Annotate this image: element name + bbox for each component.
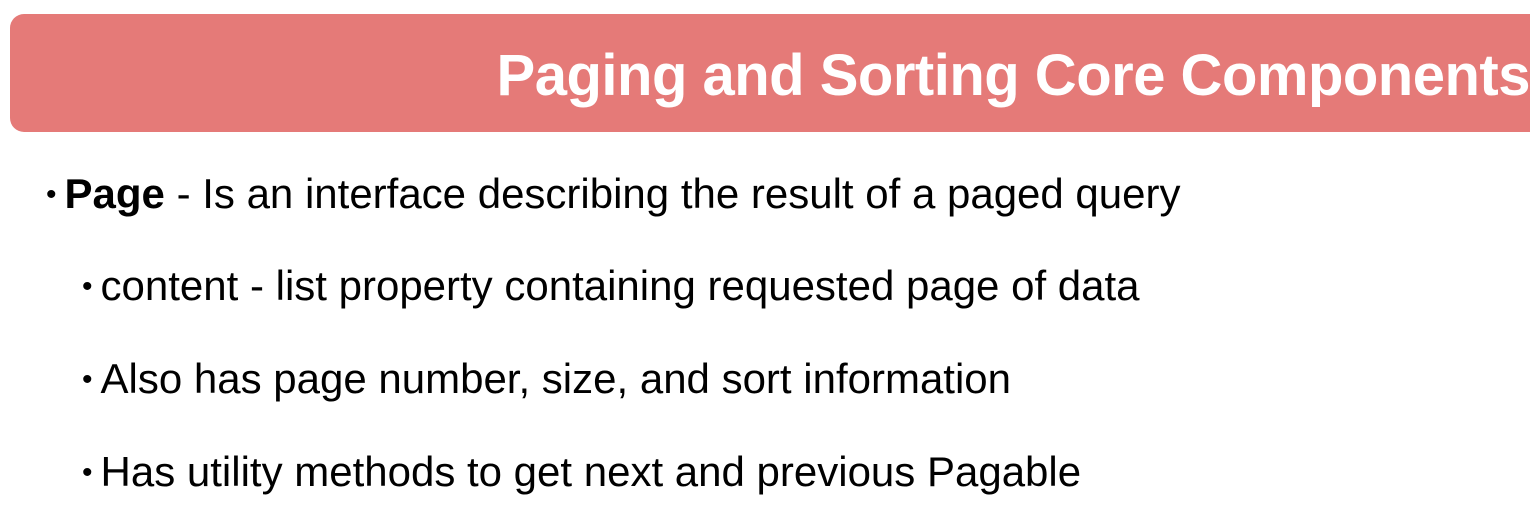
bullet-text: Has utility methods to get next and prev… — [100, 448, 1082, 495]
bullet-text: Also has page number, size, and sort inf… — [100, 355, 1012, 402]
sub-bullet-metadata: • Also has page number, size, and sort in… — [82, 355, 1011, 404]
bullet-dot-icon: • — [46, 178, 57, 211]
sub-bullet-utility: • Has utility methods to get next and pre… — [82, 448, 1081, 497]
bullet-term: Page — [64, 170, 165, 217]
bullet-text: - Is an interface describing the result … — [164, 170, 1181, 217]
bullet-dot-icon: • — [82, 270, 93, 303]
bullet-dot-icon: • — [82, 456, 93, 489]
bullet-text: content - list property containing reque… — [100, 262, 1140, 309]
sub-bullet-content: • content - list property containing requ… — [82, 262, 1140, 311]
title-bar: Paging and Sorting Core Components — [10, 14, 1530, 132]
slide-title: Paging and Sorting Core Components — [496, 43, 1530, 108]
bullet-dot-icon: • — [82, 363, 93, 396]
bullet-item-page: • Page - Is an interface describing the r… — [46, 170, 1181, 219]
